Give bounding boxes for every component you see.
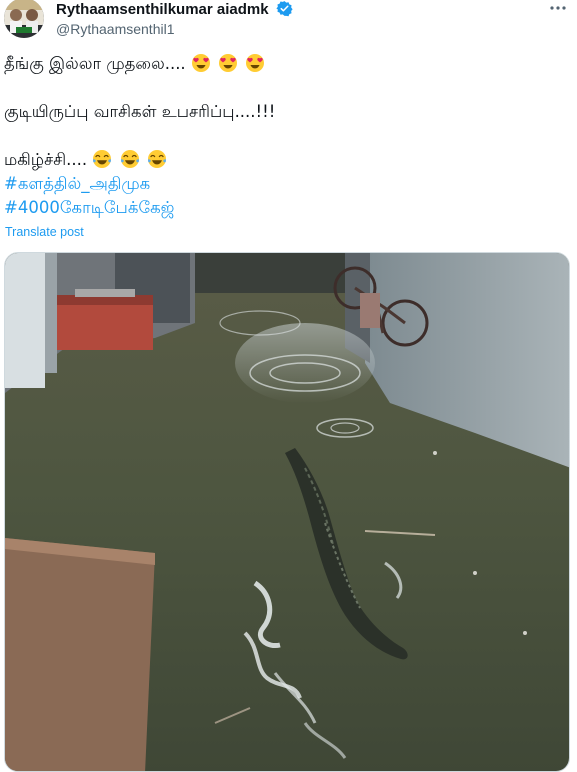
- post-line-3: மகிழ்ச்சி....: [4, 148, 564, 172]
- display-name-text: Rythaamsenthilkumar aiadmk: [56, 1, 269, 18]
- tears-of-joy-emoji-group: [92, 150, 169, 169]
- post-line-3-text: மகிழ்ச்சி....: [4, 150, 88, 169]
- heart-eyes-emoji-group: [191, 54, 268, 73]
- post-line-2-text: குடியிருப்பு வாசிகள் உபசரிப்பு....!!!: [4, 102, 276, 121]
- post-line-2: குடியிருப்பு வாசிகள் உபசரிப்பு....!!!: [4, 100, 564, 124]
- hashtag-line-2: #4000கோடிபேக்கேஜ்: [4, 196, 564, 220]
- flooded-street-crocodile-image: [5, 253, 569, 771]
- tears-of-joy-emoji-icon: [147, 150, 166, 168]
- tears-of-joy-emoji-icon: [120, 150, 139, 168]
- post-text: தீங்கு இல்லா முதலை.... குடியிருப்பு வாசி…: [4, 52, 564, 220]
- tears-of-joy-emoji-icon: [93, 150, 112, 168]
- hashtag-line-1: #களத்தில்_அதிமுக: [4, 172, 564, 196]
- post-media-photo[interactable]: [4, 252, 570, 772]
- hashtag-link[interactable]: #களத்தில்_அதிமுக: [4, 174, 150, 193]
- verified-badge-icon: [276, 1, 293, 17]
- avatar-image: [4, 0, 44, 38]
- avatar[interactable]: [4, 0, 44, 38]
- display-name[interactable]: Rythaamsenthilkumar aiadmk: [56, 0, 293, 19]
- handle[interactable]: @Rythaamsenthil1: [56, 20, 175, 38]
- heart-eyes-emoji-icon: [246, 54, 265, 72]
- post-header: Rythaamsenthilkumar aiadmk @Rythaamsenth…: [0, 0, 577, 44]
- post-line-1-text: தீங்கு இல்லா முதலை....: [4, 54, 186, 73]
- heart-eyes-emoji-icon: [219, 54, 238, 72]
- hashtag-link[interactable]: #4000கோடிபேக்கேஜ்: [4, 198, 174, 217]
- heart-eyes-emoji-icon: [191, 54, 210, 72]
- more-options-icon[interactable]: [547, 0, 569, 16]
- translate-post-link[interactable]: Translate post: [5, 224, 84, 240]
- post-line-1: தீங்கு இல்லா முதலை....: [4, 52, 564, 76]
